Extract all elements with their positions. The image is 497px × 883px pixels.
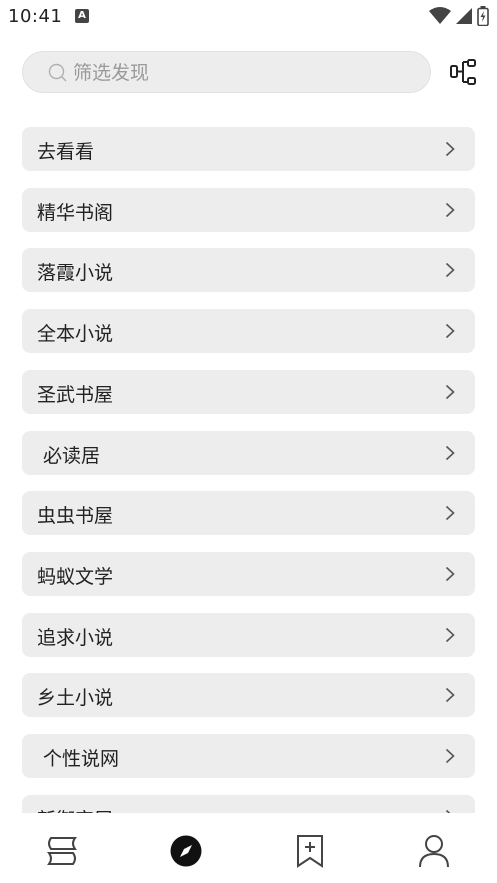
list-item-label: 去看看 <box>37 141 95 163</box>
list-item-label: 精华书阁 <box>37 202 114 224</box>
list-item[interactable]: 新御宅屋 <box>22 795 475 813</box>
chevron-right-icon <box>445 384 455 400</box>
list-item-label: 必读居 <box>37 445 101 467</box>
nav-profile[interactable] <box>414 831 454 871</box>
list-item-label: 全本小说 <box>37 323 114 345</box>
nav-bookshelf[interactable] <box>42 831 82 871</box>
list-item-label: 蚂蚁文学 <box>37 566 114 588</box>
bookmark-add-icon <box>297 835 323 868</box>
list-item[interactable]: 个性说网 <box>22 734 475 778</box>
search-input[interactable] <box>73 59 413 87</box>
signal-icon <box>456 8 472 24</box>
list-item[interactable]: 去看看 <box>22 127 475 171</box>
list-item[interactable]: 追求小说 <box>22 613 475 657</box>
search-icon <box>48 63 67 82</box>
chevron-right-icon <box>445 627 455 643</box>
chevron-right-icon <box>445 748 455 764</box>
list-item[interactable]: 圣武书屋 <box>22 370 475 414</box>
group-filter-icon[interactable] <box>450 59 478 85</box>
notification-icon: A <box>75 9 89 23</box>
list-item-label: 乡土小说 <box>37 687 114 709</box>
list-item-label: 追求小说 <box>37 627 114 649</box>
bookshelf-icon <box>47 837 77 865</box>
wifi-icon <box>429 7 451 24</box>
nav-discover[interactable] <box>166 831 206 871</box>
bottom-navigation <box>0 813 497 883</box>
status-bar: 10:41 A <box>0 0 497 34</box>
list-item-label: 虫虫书屋 <box>37 505 114 527</box>
nav-bookmark[interactable] <box>290 831 330 871</box>
person-icon <box>419 835 449 868</box>
chevron-right-icon <box>445 505 455 521</box>
chevron-right-icon <box>445 687 455 703</box>
list-item[interactable]: 乡土小说 <box>22 673 475 717</box>
status-time: 10:41 <box>8 6 63 27</box>
status-icons <box>429 6 489 26</box>
chevron-right-icon <box>445 202 455 218</box>
compass-icon <box>170 835 202 867</box>
search-box[interactable] <box>22 51 431 93</box>
chevron-right-icon <box>445 445 455 461</box>
list-item[interactable]: 蚂蚁文学 <box>22 552 475 596</box>
chevron-right-icon <box>445 323 455 339</box>
list-item[interactable]: 虫虫书屋 <box>22 491 475 535</box>
list-item-label: 个性说网 <box>37 748 120 770</box>
chevron-right-icon <box>445 566 455 582</box>
list-item[interactable]: 落霞小说 <box>22 248 475 292</box>
discover-source-list: 去看看 精华书阁 落霞小说 全本小说 圣武书屋 必读居 虫虫书屋 蚂蚁文学 追求… <box>22 127 475 813</box>
list-item[interactable]: 全本小说 <box>22 309 475 353</box>
list-item[interactable]: 必读居 <box>22 431 475 475</box>
list-item-label: 落霞小说 <box>37 262 114 284</box>
battery-icon <box>477 6 489 26</box>
list-item-label: 新御宅屋 <box>37 805 113 813</box>
list-item[interactable]: 精华书阁 <box>22 188 475 232</box>
search-row <box>22 51 482 93</box>
chevron-right-icon <box>445 262 455 278</box>
list-item-label: 圣武书屋 <box>37 384 114 406</box>
chevron-right-icon <box>445 141 455 157</box>
